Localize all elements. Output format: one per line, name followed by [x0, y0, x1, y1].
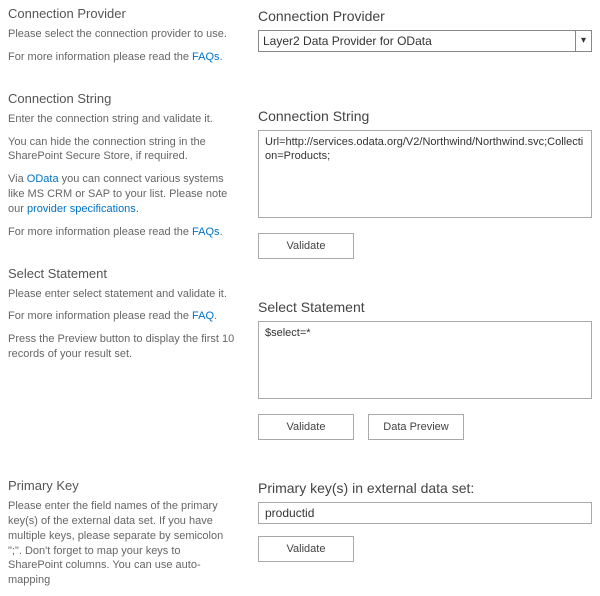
help-text-part: .: [136, 203, 139, 215]
help-text: You can hide the connection string in th…: [8, 135, 238, 165]
faqs-link[interactable]: FAQs: [192, 226, 220, 238]
connection-string-textarea[interactable]: [258, 130, 592, 218]
form-root: Connection Provider Please select the co…: [0, 0, 600, 596]
help-text-part: .: [220, 226, 223, 238]
field-label: Select Statement: [258, 299, 592, 315]
help-heading: Connection String: [8, 91, 238, 106]
form-column: Connection Provider Layer2 Data Provider…: [258, 6, 592, 588]
help-text: Press the Preview button to display the …: [8, 332, 238, 362]
provider-specifications-link[interactable]: provider specifications: [27, 203, 136, 215]
field-label: Connection Provider: [258, 8, 592, 24]
validate-connection-button[interactable]: Validate: [258, 233, 354, 259]
validate-select-button[interactable]: Validate: [258, 414, 354, 440]
help-text-part: Via: [8, 173, 27, 185]
odata-link[interactable]: OData: [27, 173, 59, 185]
faq-link[interactable]: FAQ: [192, 310, 214, 322]
help-connection-provider: Connection Provider Please select the co…: [8, 6, 238, 65]
select-statement-textarea[interactable]: [258, 321, 592, 399]
help-primary-key: Primary Key Please enter the field names…: [8, 478, 238, 588]
help-column: Connection Provider Please select the co…: [8, 6, 258, 588]
field-label: Primary key(s) in external data set:: [258, 480, 592, 496]
chevron-down-icon: ▾: [575, 31, 591, 51]
help-text-part: For more information please read the: [8, 226, 192, 238]
help-connection-string: Connection String Enter the connection s…: [8, 91, 238, 240]
help-heading: Connection Provider: [8, 6, 238, 21]
select-value: Layer2 Data Provider for OData: [263, 34, 432, 48]
help-text: Via OData you can connect various system…: [8, 172, 238, 217]
help-text-part: .: [214, 310, 217, 322]
help-text-part: For more information please read the: [8, 51, 192, 63]
field-connection-provider: Connection Provider Layer2 Data Provider…: [258, 8, 592, 52]
connection-provider-select[interactable]: Layer2 Data Provider for OData ▾: [258, 30, 592, 52]
field-connection-string: Connection String Validate: [258, 108, 592, 259]
faqs-link[interactable]: FAQs: [192, 51, 220, 63]
help-heading: Select Statement: [8, 266, 238, 281]
validate-primary-key-button[interactable]: Validate: [258, 536, 354, 562]
help-heading: Primary Key: [8, 478, 238, 493]
help-text: For more information please read the FAQ…: [8, 309, 238, 324]
help-text: For more information please read the FAQ…: [8, 50, 238, 65]
help-select-statement: Select Statement Please enter select sta…: [8, 266, 238, 362]
help-text: Please enter select statement and valida…: [8, 287, 238, 302]
help-text: Please select the connection provider to…: [8, 27, 238, 42]
primary-key-input[interactable]: [258, 502, 592, 524]
help-text: For more information please read the FAQ…: [8, 225, 238, 240]
help-text-part: For more information please read the: [8, 310, 192, 322]
field-label: Connection String: [258, 108, 592, 124]
help-text: Enter the connection string and validate…: [8, 112, 238, 127]
data-preview-button[interactable]: Data Preview: [368, 414, 464, 440]
field-primary-key: Primary key(s) in external data set: Val…: [258, 480, 592, 562]
help-text-part: .: [220, 51, 223, 63]
field-select-statement: Select Statement Validate Data Preview: [258, 299, 592, 440]
help-text: Please enter the field names of the prim…: [8, 499, 238, 588]
